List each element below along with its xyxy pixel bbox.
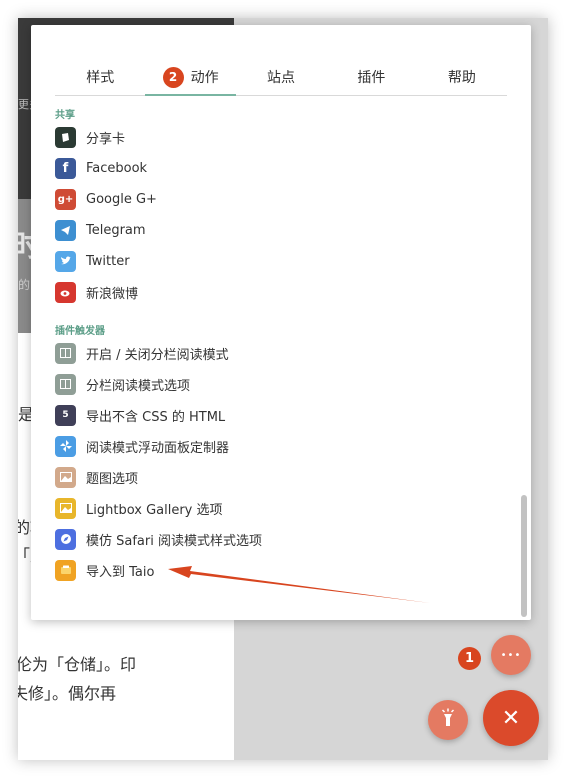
weibo-icon (55, 281, 76, 303)
telegram-icon (55, 219, 76, 241)
flashlight-icon (440, 708, 456, 732)
action-cover-options[interactable]: 题图选项 (55, 466, 138, 488)
compass-icon (55, 528, 76, 550)
section-title-share: 共享 (55, 110, 75, 121)
share-card-icon (55, 126, 76, 148)
action-import-taio[interactable]: 导入到 Taio (55, 559, 154, 581)
tab-plugins[interactable]: 插件 (326, 59, 416, 95)
highlight-button[interactable] (428, 700, 468, 740)
more-icon: ••• (500, 649, 522, 661)
tab-label: 站点 (267, 70, 296, 86)
columns-icon (55, 342, 76, 364)
step-badge: 2 (162, 66, 184, 88)
columns-options-icon (55, 373, 76, 395)
tab-label: 插件 (357, 70, 386, 86)
facebook-icon: f (55, 157, 76, 179)
action-label: Lightbox Gallery 选项 (86, 502, 223, 518)
action-label: 分栏阅读模式选项 (86, 378, 191, 394)
action-label: 导出不含 CSS 的 HTML (86, 409, 226, 425)
action-safari-style-options[interactable]: 模仿 Safari 阅读模式样式选项 (55, 528, 262, 550)
action-lightbox-options[interactable]: Lightbox Gallery 选项 (55, 497, 223, 519)
action-label: 分享卡 (86, 131, 126, 147)
step-badge: 1 (458, 647, 481, 670)
close-icon: ✕ (501, 705, 521, 731)
action-label: 开启 / 关闭分栏阅读模式 (86, 347, 229, 363)
actions-panel: 样式 2 动作 站点 插件 帮助 共享 分享卡 f Facebook g+ Go… (31, 25, 531, 620)
background-text: 伦为「仓储」。印 (18, 655, 137, 674)
close-button[interactable]: ✕ (483, 690, 539, 746)
gallery-icon (55, 497, 76, 519)
action-label: 模仿 Safari 阅读模式样式选项 (86, 533, 262, 549)
action-label: Telegram (86, 222, 146, 238)
action-columns-options[interactable]: 分栏阅读模式选项 (55, 373, 190, 395)
tab-sites[interactable]: 站点 (236, 59, 326, 95)
background-text: 失修」。偶尔再 (18, 684, 117, 703)
action-label: Twitter (86, 253, 130, 269)
action-label: 新浪微博 (86, 286, 139, 302)
more-button[interactable]: ••• (491, 635, 531, 675)
action-label: 导入到 Taio (86, 564, 155, 580)
tab-style[interactable]: 样式 (55, 59, 145, 95)
action-twitter[interactable]: Twitter (55, 250, 130, 272)
html5-icon: 5 (55, 404, 76, 426)
action-panel-customizer[interactable]: 阅读模式浮动面板定制器 (55, 435, 229, 457)
tab-actions[interactable]: 2 动作 (145, 59, 237, 96)
action-google-plus[interactable]: g+ Google G+ (55, 188, 157, 210)
action-label: 题图选项 (86, 471, 139, 487)
tab-help[interactable]: 帮助 (417, 59, 507, 95)
action-label: Facebook (86, 160, 148, 176)
action-weibo[interactable]: 新浪微博 (55, 281, 138, 303)
tab-label: 样式 (86, 70, 115, 86)
pinwheel-icon (55, 435, 76, 457)
action-share-card[interactable]: 分享卡 (55, 126, 125, 148)
tab-label: 动作 (190, 70, 219, 86)
action-telegram[interactable]: Telegram (55, 219, 146, 241)
background-text: 的 (18, 278, 31, 292)
action-facebook[interactable]: f Facebook (55, 157, 147, 179)
action-toggle-columns[interactable]: 开启 / 关闭分栏阅读模式 (55, 342, 229, 364)
action-label: 阅读模式浮动面板定制器 (86, 440, 230, 456)
action-export-html[interactable]: 5 导出不含 CSS 的 HTML (55, 404, 225, 426)
taio-icon (55, 559, 76, 581)
google-plus-icon: g+ (55, 188, 76, 210)
panel-scrollbar[interactable] (521, 495, 527, 617)
action-label: Google G+ (86, 191, 157, 207)
tab-bar: 样式 2 动作 站点 插件 帮助 (55, 59, 507, 96)
section-title-triggers: 插件触发器 (55, 326, 105, 337)
tab-label: 帮助 (447, 70, 476, 86)
cover-image-icon (55, 466, 76, 488)
twitter-icon (55, 250, 76, 272)
